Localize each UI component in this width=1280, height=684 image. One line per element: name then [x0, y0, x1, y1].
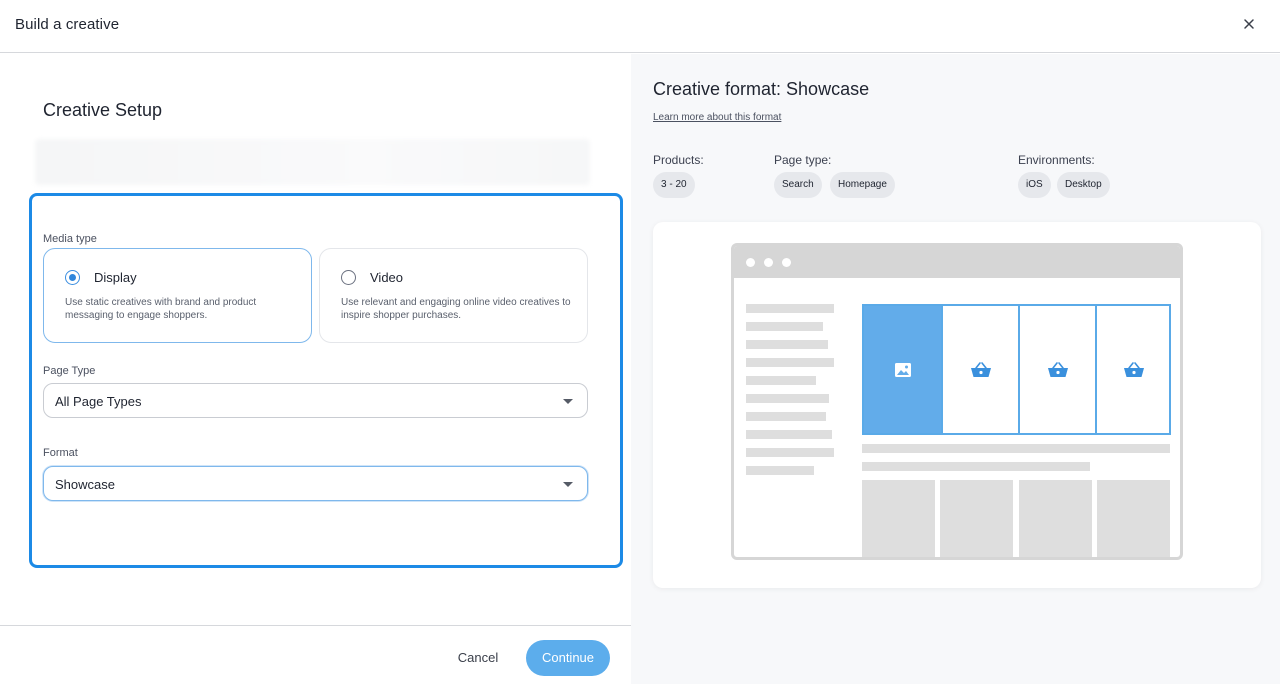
- cancel-button[interactable]: Cancel: [446, 647, 510, 669]
- media-option-title: Video: [370, 270, 404, 285]
- image-icon: [894, 362, 911, 377]
- placeholder-line: [746, 322, 823, 331]
- placeholder-box: [862, 480, 935, 557]
- page-type-select[interactable]: All Page Types: [43, 383, 588, 418]
- placeholder-line: [746, 304, 834, 313]
- placeholder-line: [746, 466, 814, 475]
- format-preview-panel: Creative format: Showcase Learn more abo…: [631, 54, 1280, 684]
- basket-icon: [1124, 361, 1144, 377]
- window-dot: [782, 258, 791, 267]
- modal-header: Build a creative: [0, 0, 1280, 53]
- window-dot: [746, 258, 755, 267]
- display-radio[interactable]: [65, 270, 80, 285]
- placeholder-box: [940, 480, 1013, 557]
- placeholder-line: [862, 444, 1170, 453]
- blurred-placeholder: [35, 139, 590, 185]
- basket-icon: [1047, 361, 1068, 377]
- environment-chip: Desktop: [1057, 172, 1110, 198]
- placeholder-box: [1019, 480, 1092, 557]
- brand-image-tile: [864, 306, 941, 433]
- setup-form: Media type Display Use static creatives …: [29, 193, 623, 568]
- environment-chip: iOS: [1018, 172, 1051, 198]
- browser-mockup: [731, 243, 1183, 560]
- creative-setup-panel: Creative Setup Media type Display Use st…: [0, 54, 631, 684]
- product-tile: [1018, 306, 1095, 433]
- products-chip: 3 - 20: [653, 172, 695, 198]
- modal-title: Build a creative: [15, 16, 120, 33]
- continue-button[interactable]: Continue: [526, 640, 610, 676]
- close-icon: [1244, 19, 1254, 29]
- media-option-description: Use static creatives with brand and prod…: [65, 297, 257, 321]
- setup-title: Creative Setup: [43, 100, 163, 120]
- media-option-video[interactable]: Video Use relevant and engaging online v…: [319, 248, 588, 343]
- placeholder-line: [746, 376, 816, 385]
- modal-footer: Cancel Continue: [0, 625, 631, 684]
- media-type-label: Media type: [43, 233, 97, 245]
- placeholder-line: [746, 412, 826, 421]
- page-type-label: Page Type: [43, 365, 96, 377]
- format-title: Creative format: Showcase: [653, 79, 870, 99]
- format-label: Format: [43, 447, 78, 459]
- product-tile: [1095, 306, 1171, 433]
- media-option-display[interactable]: Display Use static creatives with brand …: [43, 248, 312, 343]
- products-label: Products:: [653, 153, 704, 167]
- media-option-title: Display: [94, 270, 137, 285]
- page-type-chip: Homepage: [830, 172, 895, 198]
- chevron-down-icon: [563, 482, 573, 487]
- environments-label: Environments:: [1018, 153, 1095, 167]
- window-dot: [764, 258, 773, 267]
- close-button[interactable]: [1240, 15, 1258, 33]
- basket-icon: [970, 361, 991, 377]
- page-type-value: All Page Types: [55, 394, 142, 409]
- placeholder-line: [746, 358, 834, 367]
- placeholder-line: [862, 462, 1090, 471]
- format-select[interactable]: Showcase: [43, 466, 588, 501]
- placeholder-line: [746, 394, 829, 403]
- placeholder-line: [746, 430, 832, 439]
- showcase-tiles: [862, 304, 1171, 435]
- browser-toolbar: [734, 246, 1180, 278]
- placeholder-line: [746, 448, 834, 457]
- page-type-chip: Search: [774, 172, 822, 198]
- chevron-down-icon: [563, 399, 573, 404]
- page-type-meta-label: Page type:: [774, 153, 832, 167]
- learn-more-link[interactable]: Learn more about this format: [653, 112, 781, 123]
- product-tile: [941, 306, 1018, 433]
- format-preview-card: [653, 222, 1261, 588]
- video-radio[interactable]: [341, 270, 356, 285]
- placeholder-box: [1097, 480, 1170, 557]
- placeholder-line: [746, 340, 828, 349]
- media-option-description: Use relevant and engaging online video c…: [341, 297, 571, 321]
- format-value: Showcase: [55, 477, 115, 492]
